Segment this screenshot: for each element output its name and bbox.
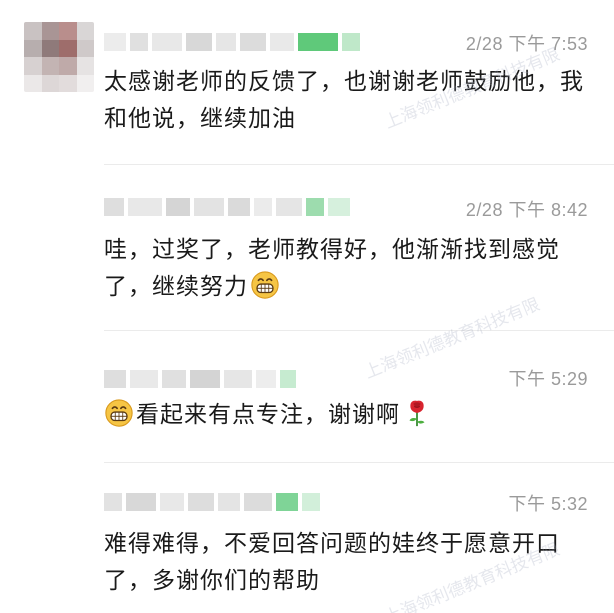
grinning-face-icon [105,399,133,427]
comment-text: 哇，过奖了，老师教得好，他渐渐找到感觉了，继续努力 [104,232,596,306]
comment-text: 太感谢老师的反馈了，也谢谢老师鼓励他，我和他说，继续加油 [104,69,584,132]
blurred-username[interactable] [104,370,296,388]
comment-timestamp: 下午 5:29 [508,369,588,389]
comment-timestamp: 下午 5:32 [508,494,588,514]
comment-timestamp: 2/28 下午 8:42 [465,200,588,220]
comment-text-body: 看起来有点专注，谢谢啊 [136,402,400,428]
avatar[interactable] [24,22,94,92]
blurred-username[interactable] [104,493,320,511]
divider [104,164,614,165]
comment-text: 看起来有点专注，谢谢啊 [104,397,596,434]
rose-icon [409,400,425,427]
grinning-face-icon [251,271,279,299]
blurred-username[interactable] [104,198,350,216]
comment-timestamp: 2/28 下午 7:53 [465,34,588,54]
divider [104,462,614,463]
divider [104,330,614,331]
comment-feed: 2/28 下午 7:53 太感谢老师的反馈了，也谢谢老师鼓励他，我和他说，继续加… [0,0,614,613]
comment-text: 难得难得，不爱回答问题的娃终于愿意开口了，多谢你们的帮助 [104,531,560,594]
blurred-username[interactable] [104,33,360,51]
comment-text-body: 哇，过奖了，老师教得好，他渐渐找到感觉了，继续努力 [104,237,560,300]
